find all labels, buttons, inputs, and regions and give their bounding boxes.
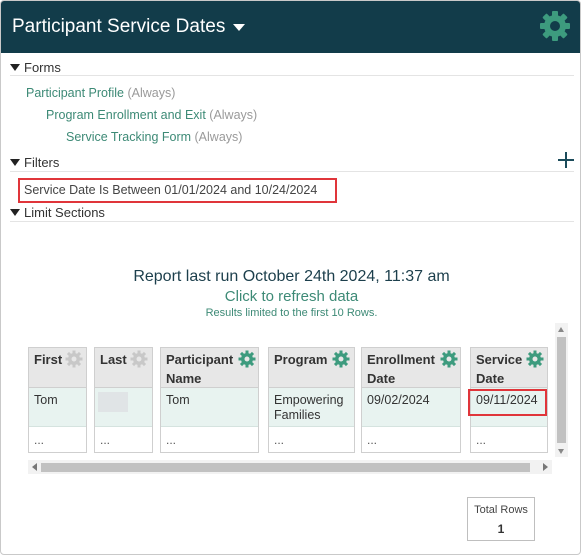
total-rows-box: Total Rows 1 [467, 497, 535, 541]
column-header-label: Program [274, 352, 328, 367]
triangle-down-icon [10, 209, 20, 216]
gear-icon[interactable] [332, 350, 350, 368]
arrow-down-icon[interactable] [558, 449, 564, 454]
column-body: ... [94, 388, 153, 453]
arrow-right-icon[interactable] [543, 463, 548, 471]
triangle-down-icon [10, 64, 20, 71]
form-name[interactable]: Program Enrollment and Exit [46, 108, 206, 122]
table-cell[interactable] [95, 388, 152, 427]
report-last-run: Report last run October 24th 2024, 11:37… [133, 268, 450, 285]
column-last: Last ... [94, 347, 153, 453]
column-body: Empowering Families ... [268, 388, 355, 453]
divider [10, 221, 574, 222]
refresh-link[interactable]: Click to refresh data [1, 287, 580, 306]
arrow-left-icon[interactable] [32, 463, 37, 471]
plus-icon[interactable] [557, 151, 575, 169]
report-panel: Participant Service Dates Forms Particip… [0, 0, 581, 555]
total-rows-value: 1 [497, 522, 505, 536]
gear-icon[interactable] [440, 350, 458, 368]
table-cell: ... [367, 433, 378, 447]
divider [10, 171, 574, 172]
filters-heading: Filters [24, 155, 60, 170]
chevron-down-icon[interactable] [233, 24, 245, 31]
column-first: First Tom ... [28, 347, 87, 453]
scrollbar-thumb[interactable] [557, 337, 566, 443]
limit-sections-heading: Limit Sections [24, 205, 105, 220]
column-body: 09/02/2024 ... [361, 388, 461, 453]
gear-icon[interactable] [65, 350, 83, 368]
column-header-label: Enrollment [367, 352, 435, 367]
table-cell[interactable]: Empowering Families [269, 388, 354, 427]
form-item-participant-profile[interactable]: Participant Profile (Always) [26, 85, 175, 101]
column-header-label: Participant [166, 352, 234, 367]
form-mode: (Always) [127, 86, 176, 100]
arrow-up-icon[interactable] [558, 327, 564, 332]
table-cell: ... [476, 433, 487, 447]
column-program: Program Empowering Families ... [268, 347, 355, 453]
forms-heading: Forms [24, 60, 61, 75]
forms-section-toggle[interactable]: Forms [10, 60, 61, 76]
report-header: Participant Service Dates [1, 1, 580, 53]
gear-icon[interactable] [130, 350, 148, 368]
divider [10, 75, 574, 76]
form-name[interactable]: Participant Profile [26, 86, 124, 100]
form-mode: (Always) [194, 130, 243, 144]
limit-sections-toggle[interactable]: Limit Sections [10, 205, 105, 221]
gear-icon[interactable] [238, 350, 256, 368]
column-header[interactable]: Last [94, 347, 153, 388]
form-name[interactable]: Service Tracking Form [66, 130, 191, 144]
column-header-label: First [34, 352, 63, 367]
column-participant-name: Participant Name Tom ... [160, 347, 259, 453]
gear-icon[interactable] [538, 9, 572, 43]
redacted-block [98, 392, 128, 412]
column-enrollment-date: Enrollment Date 09/02/2024 ... [361, 347, 461, 453]
column-header-label-line2: Date [367, 371, 396, 386]
table-cell: ... [100, 433, 111, 447]
column-header-label: Service [476, 352, 523, 367]
table-cell: ... [274, 433, 285, 447]
results-limit-note: Results limited to the first 10 Rows. [205, 307, 378, 319]
highlight-box [18, 178, 337, 203]
column-header[interactable]: Enrollment Date [361, 347, 461, 388]
column-header[interactable]: Participant Name [160, 347, 259, 388]
table-cell: ... [34, 433, 45, 447]
form-mode: (Always) [209, 108, 258, 122]
column-header[interactable]: First [28, 347, 87, 388]
total-rows-label: Total Rows [474, 504, 528, 516]
table-cell[interactable]: Tom [29, 388, 86, 427]
column-header[interactable]: Program [268, 347, 355, 388]
form-item-service-tracking[interactable]: Service Tracking Form (Always) [66, 129, 242, 145]
column-header-label: Last [100, 352, 127, 367]
table-cell[interactable]: Tom [161, 388, 258, 427]
highlight-box [468, 389, 547, 416]
scrollbar-thumb[interactable] [41, 463, 530, 472]
table-cell[interactable]: 09/02/2024 [362, 388, 460, 427]
table-cell: ... [166, 433, 177, 447]
form-item-program-enrollment[interactable]: Program Enrollment and Exit (Always) [46, 107, 257, 123]
column-body: Tom ... [28, 388, 87, 453]
horizontal-scrollbar[interactable] [28, 460, 552, 474]
filters-section-toggle[interactable]: Filters [10, 155, 59, 171]
triangle-down-icon [10, 159, 20, 166]
column-body: Tom ... [160, 388, 259, 453]
vertical-scrollbar[interactable] [555, 323, 568, 457]
column-header[interactable]: Service Date [470, 347, 548, 388]
column-header-label-line2: Name [166, 371, 202, 386]
report-title[interactable]: Participant Service Dates [12, 15, 225, 39]
gear-icon[interactable] [526, 350, 544, 368]
column-header-label-line2: Date [476, 371, 505, 386]
